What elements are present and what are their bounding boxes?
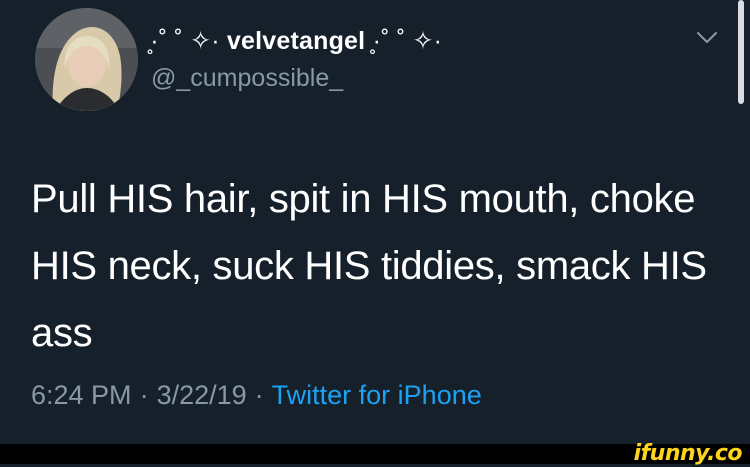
tweet-time[interactable]: 6:24 PM bbox=[31, 380, 132, 410]
avatar[interactable] bbox=[35, 8, 138, 111]
user-handle[interactable]: @_cumpossible_ bbox=[151, 64, 343, 93]
tweet-card: ̥·˚ ˚ ✧· velvetangel ̥·˚ ˚ ✧· @_cumpossi… bbox=[0, 0, 750, 444]
tweet-date[interactable]: 3/22/19 bbox=[157, 380, 247, 410]
tweet-metadata: 6:24 PM · 3/22/19 · Twitter for iPhone bbox=[31, 380, 482, 411]
ifunny-watermark: ifunny.co bbox=[633, 441, 743, 466]
display-name-text: velvetangel bbox=[226, 27, 366, 55]
tweet-text: Pull HIS hair, spit in HIS mouth, choke … bbox=[31, 177, 707, 355]
avatar-image bbox=[35, 8, 138, 111]
tweet-source-link[interactable]: Twitter for iPhone bbox=[272, 380, 482, 410]
separator: · bbox=[139, 380, 149, 410]
footer-bar: ifunny.co bbox=[0, 441, 750, 466]
display-name[interactable]: ̥·˚ ˚ ✧· velvetangel ̥·˚ ˚ ✧· bbox=[150, 26, 442, 56]
chevron-down-icon[interactable] bbox=[696, 30, 718, 46]
scrollbar[interactable] bbox=[738, 0, 744, 104]
separator: · bbox=[254, 380, 264, 410]
display-name-prefix: ̥·˚ ˚ ✧· bbox=[150, 27, 220, 55]
display-name-suffix: ̥·˚ ˚ ✧· bbox=[372, 27, 443, 55]
